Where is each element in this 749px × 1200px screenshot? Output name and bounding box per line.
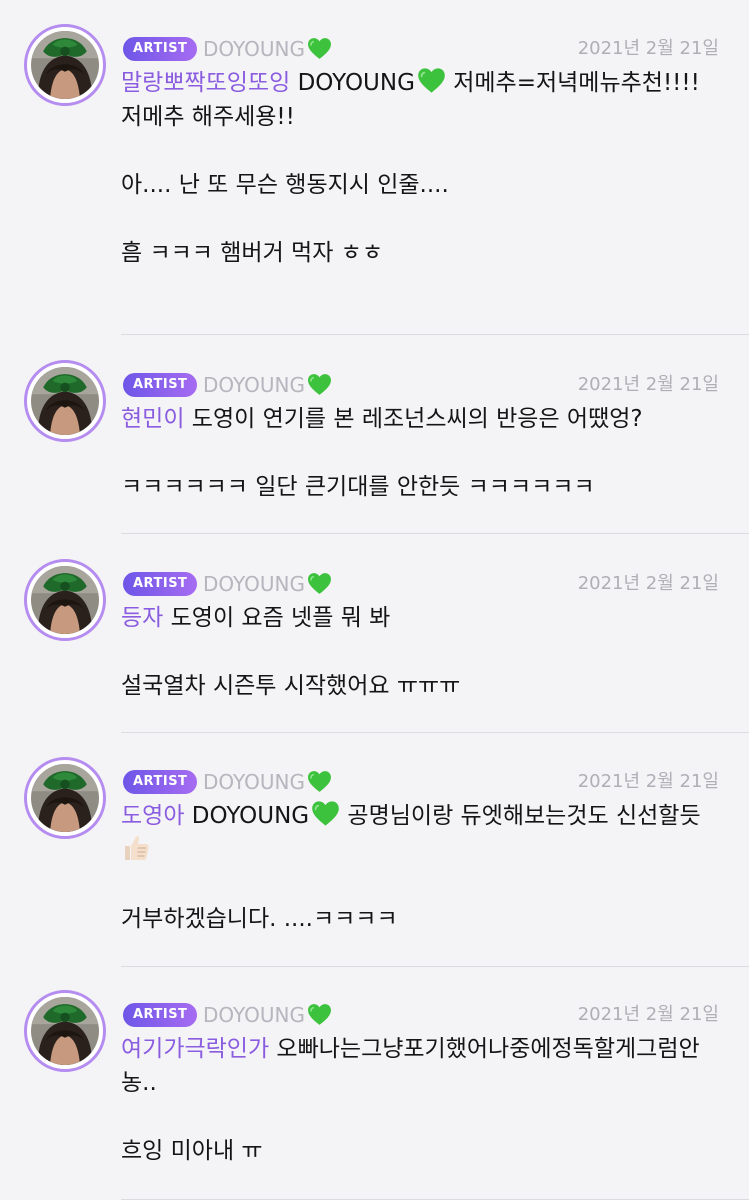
post-body: 말랑뽀짝또잉또잉 DOYOUNG 저메추=저녁메뉴추천!!!! 저메추 해주세용…: [121, 66, 719, 270]
post-header: ARTIST DOYOUNG 2021년 2월 21일: [123, 372, 719, 398]
green-heart-icon: [307, 572, 332, 595]
artist-badge: ARTIST: [123, 572, 198, 596]
divider: [121, 533, 749, 534]
green-heart-icon: [417, 67, 446, 94]
post-body: 여기가극락인가 오빠나는그냥포기했어나중에정독할게그럼안농.. 흐잉 미아내 ㅠ: [121, 1032, 719, 1168]
artist-name[interactable]: DOYOUNG: [203, 36, 332, 62]
fan-name[interactable]: 현민이: [121, 406, 184, 432]
fan-name[interactable]: 말랑뽀짝또잉또잉: [121, 70, 290, 96]
avatar[interactable]: [24, 24, 106, 106]
artist-reply: 아.... 난 또 무슨 행동지시 인줄....: [121, 172, 449, 198]
post-date: 2021년 2월 21일: [577, 1004, 719, 1025]
artist-name[interactable]: DOYOUNG: [203, 769, 332, 795]
artist-badge: ARTIST: [123, 373, 198, 397]
fan-message: 도영아 DOYOUNG 공명님이랑 듀엣해보는것도 신선할듯: [121, 799, 719, 868]
post-date: 2021년 2월 21일: [577, 573, 719, 594]
post-body: 등자 도영이 요즘 넷플 뭐 봐 설국열차 시즌투 시작했어요 ㅠㅠㅠ: [121, 601, 719, 703]
artist-name[interactable]: DOYOUNG: [203, 372, 332, 398]
avatar[interactable]: [24, 360, 106, 442]
fan-message: 여기가극락인가 오빠나는그냥포기했어나중에정독할게그럼안농..: [121, 1032, 719, 1100]
post-header: ARTIST DOYOUNG 2021년 2월 21일: [123, 1002, 719, 1028]
green-heart-icon: [307, 373, 332, 396]
fan-message-text: 도영이 요즘 넷플 뭐 봐: [163, 605, 391, 631]
post-date: 2021년 2월 21일: [577, 374, 719, 395]
artist-reply: 설국열차 시즌투 시작했어요 ㅠㅠㅠ: [121, 673, 461, 699]
fan-name[interactable]: 도영아: [121, 803, 184, 829]
thumbs-up-icon: [125, 836, 149, 860]
fan-message-line: 저메추 해주세용!!: [121, 104, 295, 130]
divider: [121, 966, 749, 967]
artist-reply: 거부하겠습니다. ....ㅋㅋㅋㅋ: [121, 906, 398, 932]
post-body: 현민이 도영이 연기를 본 레조넌스씨의 반응은 어땠엉? ㅋㅋㅋㅋㅋㅋ 일단 …: [121, 402, 719, 504]
divider: [121, 334, 749, 335]
artist-reply: 흠 ㅋㅋㅋ 햄버거 먹자 ㅎㅎ: [121, 240, 384, 266]
artist-mention: DOYOUNG: [297, 70, 415, 96]
artist-name[interactable]: DOYOUNG: [203, 571, 332, 597]
post-header: ARTIST DOYOUNG 2021년 2월 21일: [123, 36, 719, 62]
post-date: 2021년 2월 21일: [577, 38, 719, 59]
fan-name[interactable]: 등자: [121, 605, 163, 631]
artist-badge: ARTIST: [123, 1003, 198, 1027]
post-date: 2021년 2월 21일: [577, 771, 719, 792]
artist-mention: DOYOUNG: [191, 803, 310, 829]
artist-reply: ㅋㅋㅋㅋㅋㅋ 일단 큰기대를 안한듯 ㅋㅋㅋㅋㅋㅋ: [121, 474, 595, 500]
fan-message-text: 공명님이랑 듀엣해보는것도 신선할듯: [340, 803, 701, 829]
fan-message: 현민이 도영이 연기를 본 레조넌스씨의 반응은 어땠엉?: [121, 402, 719, 436]
fan-message: 말랑뽀짝또잉또잉 DOYOUNG 저메추=저녁메뉴추천!!!!: [121, 66, 719, 100]
green-heart-icon: [307, 1003, 332, 1026]
fan-name[interactable]: 여기가극락인가: [121, 1036, 269, 1062]
avatar[interactable]: [24, 757, 106, 839]
avatar[interactable]: [24, 559, 106, 641]
fan-message: 등자 도영이 요즘 넷플 뭐 봐: [121, 601, 719, 635]
divider: [121, 732, 749, 733]
artist-badge: ARTIST: [123, 770, 198, 794]
artist-reply: 흐잉 미아내 ㅠ: [121, 1138, 263, 1164]
fan-message-text: 도영이 연기를 본 레조넌스씨의 반응은 어땠엉?: [184, 406, 643, 432]
post-body: 도영아 DOYOUNG 공명님이랑 듀엣해보는것도 신선할듯 거부하겠습니다. …: [121, 799, 719, 936]
post-header: ARTIST DOYOUNG 2021년 2월 21일: [123, 571, 719, 597]
green-heart-icon: [311, 800, 340, 827]
artist-badge: ARTIST: [123, 37, 198, 61]
post-header: ARTIST DOYOUNG 2021년 2월 21일: [123, 769, 719, 795]
artist-name[interactable]: DOYOUNG: [203, 1002, 332, 1028]
avatar[interactable]: [24, 990, 106, 1072]
fan-message-text: 저메추=저녁메뉴추천!!!!: [445, 70, 700, 96]
green-heart-icon: [307, 770, 332, 793]
comment-feed: ARTIST DOYOUNG 2021년 2월 21일 말랑뽀짝또잉또잉 DOY…: [0, 0, 749, 1200]
green-heart-icon: [307, 37, 332, 60]
